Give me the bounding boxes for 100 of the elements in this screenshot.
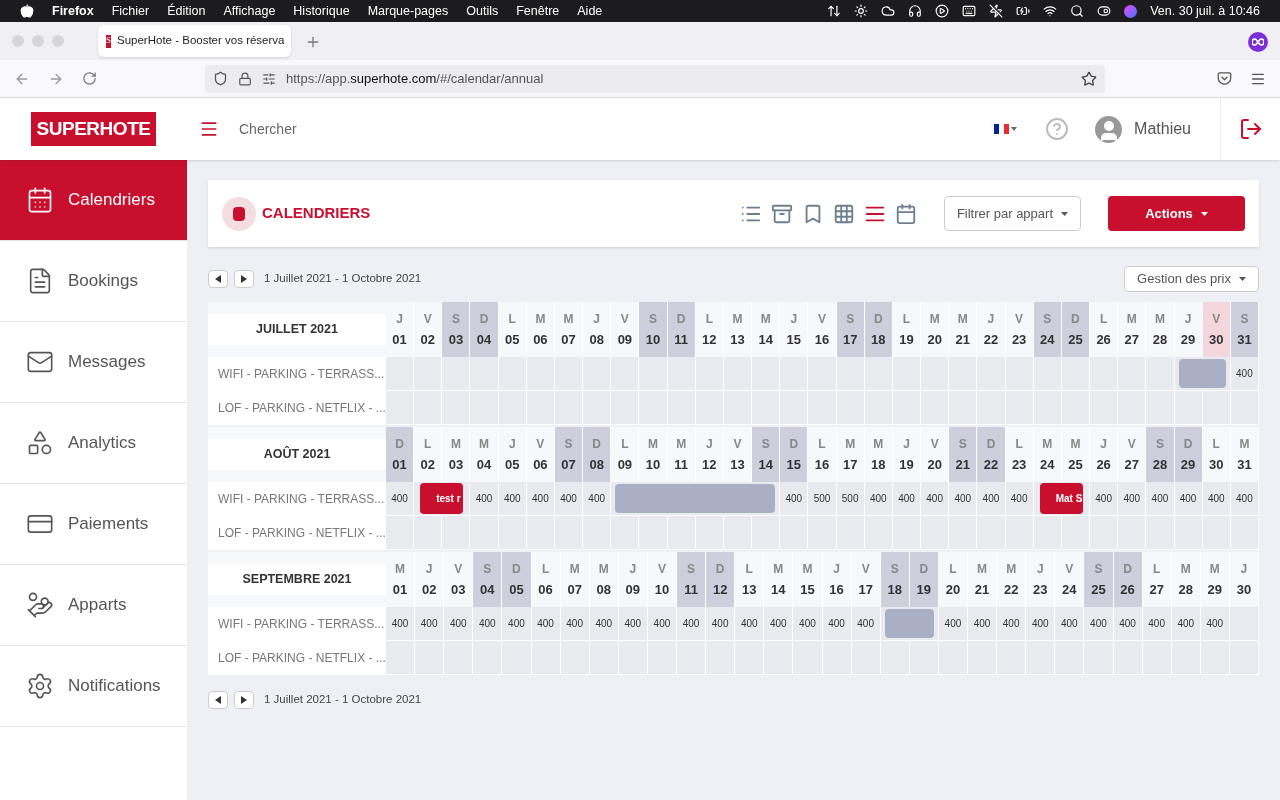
left-triangle-icon bbox=[215, 696, 221, 704]
battery-icon[interactable] bbox=[1016, 4, 1031, 18]
play-icon[interactable] bbox=[935, 4, 950, 18]
menu-item[interactable]: Historique bbox=[293, 1, 350, 21]
price-text: 400 bbox=[1206, 617, 1224, 631]
day-header: S 17 bbox=[836, 302, 865, 357]
window-button[interactable] bbox=[12, 35, 24, 47]
user-name[interactable]: Mathieu bbox=[1134, 117, 1191, 141]
next-button[interactable] bbox=[234, 270, 254, 288]
day-header: J 09 bbox=[618, 552, 648, 607]
day-cell[interactable] bbox=[1061, 357, 1091, 391]
bolt-off-icon[interactable] bbox=[989, 4, 1004, 18]
price-text: 400 bbox=[682, 617, 700, 631]
headphones-icon[interactable] bbox=[908, 4, 923, 18]
sidebar-item[interactable]: Paiements bbox=[0, 484, 187, 565]
cloud-icon[interactable] bbox=[881, 4, 896, 18]
new-tab-icon[interactable] bbox=[305, 34, 321, 50]
day-header: V 17 bbox=[851, 552, 881, 607]
apple-icon[interactable] bbox=[20, 4, 34, 18]
star-icon[interactable] bbox=[1081, 70, 1097, 87]
filter-dropdown[interactable]: Filtrer par appart bbox=[943, 196, 1081, 231]
day-cell[interactable] bbox=[1090, 357, 1119, 391]
blocked-period[interactable] bbox=[884, 609, 934, 638]
grid-icon[interactable] bbox=[832, 202, 855, 225]
day-header: S 04 bbox=[473, 552, 503, 607]
day-header: J 29 bbox=[1174, 302, 1203, 357]
search-link[interactable]: Chercher bbox=[239, 118, 297, 140]
day-cell[interactable] bbox=[414, 357, 443, 391]
sidebar-item[interactable]: Apparts bbox=[0, 565, 187, 646]
day-cell[interactable] bbox=[498, 357, 527, 391]
price-text: 400 bbox=[1179, 492, 1197, 506]
calendar-icon[interactable] bbox=[894, 202, 917, 225]
logout-icon[interactable] bbox=[1238, 117, 1263, 141]
search-icon[interactable] bbox=[1070, 4, 1085, 18]
sidebar-item[interactable]: Notifications bbox=[0, 646, 187, 727]
pocket-icon[interactable] bbox=[1217, 71, 1232, 86]
day-cell[interactable] bbox=[1005, 357, 1034, 391]
language-selector[interactable] bbox=[994, 124, 1018, 134]
day-cell[interactable] bbox=[639, 357, 668, 391]
day-header: M 11 bbox=[667, 427, 696, 482]
menu-item[interactable]: Firefox bbox=[52, 1, 94, 21]
price-text: 400 bbox=[711, 617, 729, 631]
extension-icon[interactable] bbox=[1248, 32, 1268, 52]
reload-icon[interactable] bbox=[82, 71, 97, 86]
menu-item[interactable]: Fichier bbox=[111, 1, 150, 21]
day-cell[interactable] bbox=[667, 357, 696, 391]
avatar[interactable] bbox=[1095, 115, 1123, 143]
siri-icon[interactable] bbox=[1124, 4, 1138, 18]
logo[interactable]: SUPERHOTE bbox=[30, 111, 157, 147]
address-bar[interactable]: https://app.superhote.com/#/calendar/annual bbox=[205, 64, 1105, 93]
control-center-icon[interactable] bbox=[1097, 4, 1112, 18]
menu-item[interactable]: Aide bbox=[577, 1, 603, 21]
day-cell[interactable] bbox=[695, 357, 724, 391]
booking-bar[interactable]: Mat S bbox=[1039, 483, 1084, 514]
booking-bar[interactable]: test r bbox=[420, 483, 464, 514]
day-cell[interactable] bbox=[892, 357, 922, 391]
price-text: 400 bbox=[624, 617, 642, 631]
price-text: 400 bbox=[537, 617, 554, 631]
blocked-period[interactable] bbox=[615, 484, 776, 513]
day-cell[interactable] bbox=[470, 357, 499, 391]
blocked-period[interactable] bbox=[1178, 359, 1226, 388]
actions-button[interactable]: Actions bbox=[1108, 196, 1245, 231]
sidebar-item[interactable]: Messages bbox=[0, 322, 187, 403]
menu-item[interactable]: Marque-pages bbox=[367, 1, 449, 21]
price-dropdown[interactable]: Gestion des prix bbox=[1124, 266, 1259, 292]
menu-item[interactable]: Outils bbox=[466, 1, 499, 21]
sun-icon[interactable] bbox=[854, 4, 869, 18]
day-header: L 27 bbox=[1142, 552, 1172, 607]
window-button[interactable] bbox=[32, 35, 44, 47]
tray-icon[interactable] bbox=[770, 202, 793, 225]
window-button[interactable] bbox=[52, 35, 64, 47]
month-title: JUILLET 2021 bbox=[256, 321, 338, 339]
price-text: 400 bbox=[869, 492, 887, 506]
price-text: 400 bbox=[785, 492, 803, 506]
day-cell[interactable] bbox=[442, 357, 471, 391]
day-cell[interactable] bbox=[836, 357, 865, 391]
date-range: 1 Juillet 2021 - 1 Octobre 2021 bbox=[264, 692, 422, 708]
price-text: 400 bbox=[1002, 617, 1020, 631]
day-header: L 02 bbox=[414, 427, 443, 482]
previous-button[interactable] bbox=[208, 270, 228, 288]
next-button[interactable] bbox=[234, 691, 254, 709]
day-cell[interactable] bbox=[611, 357, 640, 391]
menu-item[interactable]: Fenêtre bbox=[516, 1, 560, 21]
previous-button[interactable] bbox=[208, 691, 228, 709]
day-cell[interactable] bbox=[1033, 357, 1062, 391]
menu-item[interactable]: Affichage bbox=[223, 1, 276, 21]
day-cell[interactable] bbox=[808, 357, 837, 391]
menu-item[interactable]: Édition bbox=[167, 1, 206, 21]
day-cell[interactable] bbox=[864, 357, 893, 391]
browser-tab[interactable]: S SuperHote - Booster vos réserva bbox=[98, 25, 291, 57]
price-text: 400 bbox=[954, 492, 972, 506]
keyboard-icon[interactable] bbox=[962, 4, 977, 18]
sidebar-item[interactable]: Analytics bbox=[0, 403, 187, 484]
day-header: M 22 bbox=[997, 552, 1027, 607]
sidebar-item[interactable]: Bookings bbox=[0, 241, 187, 322]
sidebar-item[interactable]: Calendriers bbox=[0, 160, 187, 241]
help-icon[interactable] bbox=[1045, 117, 1070, 141]
menu-icon[interactable] bbox=[199, 119, 219, 139]
wifi-icon[interactable] bbox=[1043, 4, 1058, 18]
arrows-icon[interactable] bbox=[827, 4, 842, 18]
